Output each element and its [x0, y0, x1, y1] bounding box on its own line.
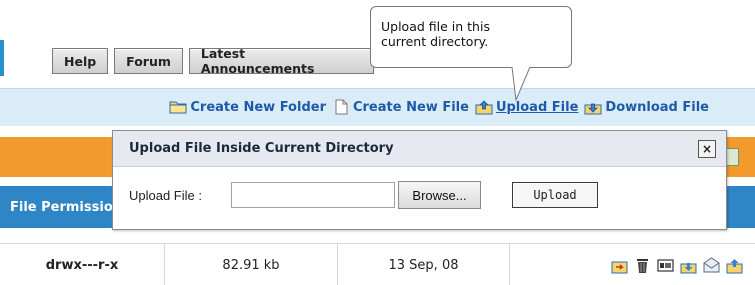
action-links: Create New Folder Create New File Upload… — [169, 99, 709, 115]
operations-cell — [510, 244, 755, 285]
create-file-link[interactable]: Create New File — [332, 99, 469, 115]
action-bar: Create New Folder Create New File Upload… — [0, 88, 755, 126]
create-file-label: Create New File — [352, 99, 469, 115]
trash-icon[interactable] — [634, 257, 651, 274]
upload-file-link[interactable]: Upload File — [475, 99, 578, 115]
upload-icon — [475, 100, 493, 115]
table-row: drwx---r-x 82.91 kb 13 Sep, 08 — [0, 243, 755, 285]
create-folder-label: Create New Folder — [190, 99, 326, 115]
close-button[interactable]: × — [698, 140, 716, 158]
download-file-label: Download File — [605, 99, 709, 115]
tooltip-line-1: Upload file in this — [381, 19, 490, 34]
permissions-cell: drwx---r-x — [0, 244, 165, 285]
create-folder-link[interactable]: Create New Folder — [169, 99, 326, 115]
left-accent-bar — [0, 40, 4, 76]
date-cell: 13 Sep, 08 — [338, 244, 510, 285]
upload-file-field-label: Upload File : — [129, 188, 202, 203]
browse-button[interactable]: Browse... — [398, 181, 481, 209]
upload-dialog-title: Upload File Inside Current Directory — [129, 141, 394, 156]
new-file-icon — [335, 99, 348, 115]
upload-dialog-header: Upload File Inside Current Directory × — [113, 131, 726, 167]
email-icon[interactable] — [703, 256, 720, 274]
tooltip-line-2: current directory. — [381, 34, 489, 49]
size-cell: 82.91 kb — [165, 244, 338, 285]
tooltip: Upload file in this current directory. — [370, 6, 572, 68]
download-icon — [584, 103, 602, 115]
move-icon[interactable] — [611, 257, 628, 274]
file-path-input[interactable] — [231, 182, 395, 208]
upload-button[interactable]: Upload — [512, 182, 598, 208]
download-icon[interactable] — [680, 257, 697, 274]
upload-icon[interactable] — [726, 257, 743, 274]
tab-latest-announcements[interactable]: Latest Announcements — [188, 46, 374, 76]
folder-icon — [169, 101, 187, 114]
download-file-link[interactable]: Download File — [584, 99, 709, 115]
upload-dialog: Upload File Inside Current Directory × U… — [112, 130, 727, 230]
tab-help[interactable]: Help — [52, 48, 109, 74]
top-tabs: Help Forum Latest Announcements — [52, 46, 374, 76]
tab-forum[interactable]: Forum — [114, 48, 183, 74]
upload-file-label: Upload File — [495, 99, 579, 115]
rename-icon[interactable] — [657, 257, 674, 274]
